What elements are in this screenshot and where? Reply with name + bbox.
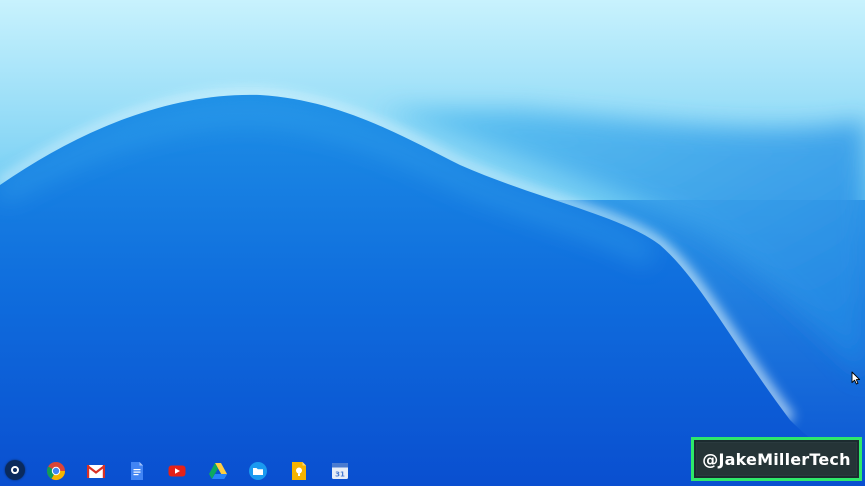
- desktop[interactable]: 31 @JakeMillerTech: [0, 0, 865, 486]
- files-app-button[interactable]: [248, 461, 268, 481]
- drive-icon: [209, 463, 227, 479]
- drive-app-button[interactable]: [208, 461, 228, 481]
- watermark-text: @JakeMillerTech: [702, 449, 851, 469]
- mouse-pointer-icon: [851, 371, 861, 385]
- calendar-icon: 31: [332, 463, 348, 479]
- calendar-app-button[interactable]: 31: [330, 461, 350, 481]
- youtube-icon: [168, 465, 186, 477]
- wallpaper: [0, 0, 865, 486]
- chrome-icon: [46, 462, 65, 481]
- docs-app-button[interactable]: [127, 461, 147, 481]
- gmail-app-button[interactable]: [86, 461, 106, 481]
- keep-app-button[interactable]: [289, 461, 309, 481]
- shelf: 31: [0, 456, 690, 486]
- youtube-app-button[interactable]: [167, 461, 187, 481]
- calendar-day-label: 31: [335, 471, 345, 479]
- watermark-badge: @JakeMillerTech: [691, 437, 862, 481]
- gmail-icon: [86, 465, 106, 478]
- launcher-button[interactable]: [5, 460, 25, 480]
- launcher-circle-icon: [11, 466, 19, 474]
- docs-icon: [131, 462, 143, 480]
- chrome-app-button[interactable]: [46, 461, 66, 481]
- watermark-panel: @JakeMillerTech: [696, 442, 857, 476]
- keep-icon: [292, 462, 306, 480]
- files-icon: [249, 462, 267, 480]
